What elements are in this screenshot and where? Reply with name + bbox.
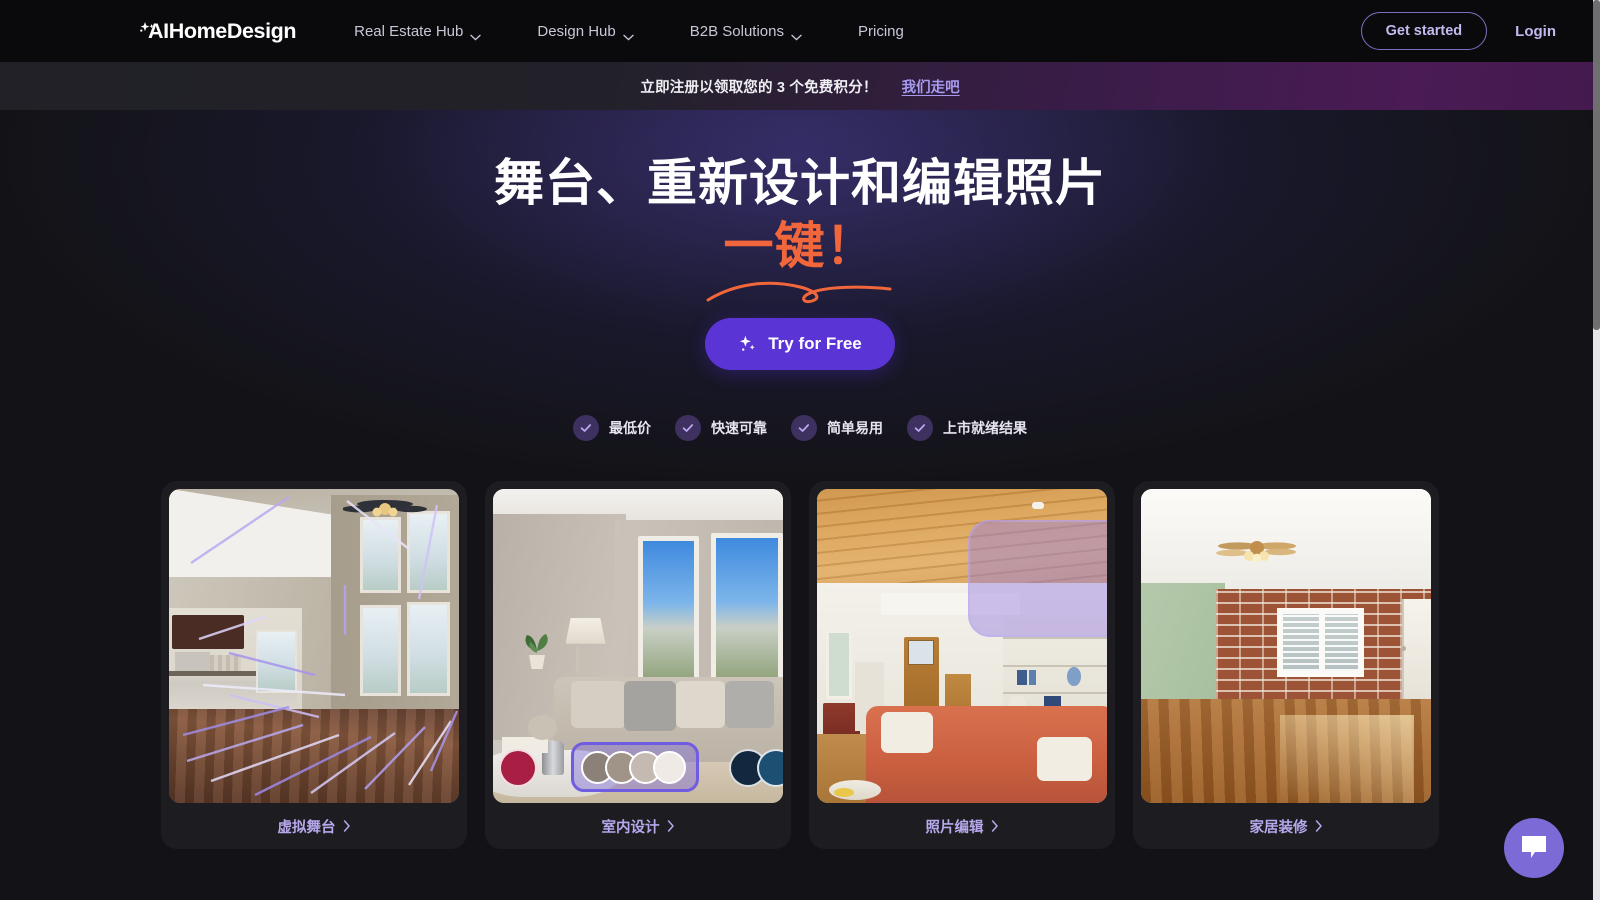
chevron-down-icon (470, 28, 482, 41)
feature-card-home-renovation[interactable]: 家居装修 (1133, 481, 1439, 849)
feature-label: 简单易用 (827, 420, 883, 436)
room-illustration-brick-wall-room (1141, 489, 1431, 803)
get-started-button[interactable]: Get started (1360, 12, 1488, 50)
room-illustration-living-room (493, 489, 783, 803)
ceiling-fan-icon (342, 498, 428, 524)
chevron-down-icon (791, 28, 802, 41)
nav-item-design-hub[interactable]: Design Hub (537, 17, 634, 46)
chevron-right-icon (343, 820, 351, 832)
try-for-free-label: Try for Free (768, 334, 862, 353)
feature-label: 快速可靠 (711, 420, 767, 436)
card-image-interior-design (493, 489, 783, 803)
brand-logo-text: AIHomeDesign (148, 18, 297, 44)
sparkle-icon (738, 335, 757, 354)
palette-swatch-4[interactable] (653, 750, 686, 784)
page-scrollbar[interactable] (1593, 0, 1600, 900)
hero-content: 舞台、重新设计和编辑照片 一键！ Try for Free 最低价 快速可靠 简… (0, 110, 1600, 849)
card-label-text: 室内设计 (601, 819, 660, 836)
card-image-home-renovation (1141, 489, 1431, 803)
top-navigation-bar: AIHomeDesign Real Estate Hub Design Hub … (0, 0, 1600, 62)
track-light-icon (1032, 502, 1045, 510)
card-link-home-renovation[interactable]: 家居装修 (1141, 803, 1431, 849)
nav-item-real-estate-hub[interactable]: Real Estate Hub (354, 17, 482, 46)
nav-item-label: Pricing (857, 22, 904, 40)
chevron-down-icon (623, 28, 634, 41)
feature-item-market-ready: 上市就绪结果 (907, 415, 1027, 441)
feature-label: 最低价 (609, 420, 651, 436)
announcement-cta-link[interactable]: 我们走吧 (902, 76, 960, 97)
page-title: 舞台、重新设计和编辑照片 一键！ (0, 154, 1600, 304)
headline-line-2: 一键！ (706, 217, 891, 304)
room-illustration-empty-room (169, 489, 459, 803)
feature-card-interior-design[interactable]: 室内设计 (485, 481, 791, 849)
color-palette-selector[interactable] (493, 739, 783, 793)
hero-section: 舞台、重新设计和编辑照片 一键！ Try for Free 最低价 快速可靠 简… (0, 110, 1600, 900)
brand-logo-name: HomeDesign (168, 18, 297, 43)
chevron-right-icon (1315, 820, 1323, 832)
announcement-banner: 立即注册以领取您的 3 个免费积分！ 我们走吧 (0, 62, 1600, 110)
nav-actions: Get started Login (1360, 12, 1556, 50)
card-image-photo-editing (817, 489, 1107, 803)
nav-item-label: Real Estate Hub (354, 22, 464, 40)
sparkle-icon (139, 21, 157, 40)
card-link-interior-design[interactable]: 室内设计 (493, 803, 783, 849)
nav-item-label: Design Hub (537, 22, 616, 40)
palette-selected-group[interactable] (571, 742, 699, 792)
headline-line-1: 舞台、重新设计和编辑照片 (494, 155, 1106, 211)
card-label-text: 虚拟舞台 (277, 819, 336, 836)
room-illustration-wood-ceiling-room (817, 489, 1107, 803)
check-icon (791, 415, 817, 441)
check-icon (907, 415, 933, 441)
feature-item-easy-to-use: 简单易用 (791, 415, 883, 441)
login-link[interactable]: Login (1515, 23, 1556, 40)
hero-cta-area: Try for Free (0, 318, 1600, 370)
feature-card-list: 虚拟舞台 室内设计 照片编辑 家居装修 (0, 481, 1600, 849)
card-link-photo-editing[interactable]: 照片编辑 (817, 803, 1107, 849)
feature-item-fast-reliable: 快速可靠 (675, 415, 767, 441)
card-link-virtual-staging[interactable]: 虚拟舞台 (169, 803, 459, 849)
check-icon (573, 415, 599, 441)
ai-selection-highlight (967, 520, 1107, 637)
ceiling-fan-icon (1216, 539, 1298, 565)
plant-decor (519, 627, 555, 671)
chevron-right-icon (991, 820, 999, 832)
feature-list: 最低价 快速可靠 简单易用 上市就绪结果 (0, 415, 1600, 441)
feature-card-photo-editing[interactable]: 照片编辑 (809, 481, 1115, 849)
card-image-virtual-staging (169, 489, 459, 803)
try-for-free-button[interactable]: Try for Free (705, 318, 895, 370)
feature-label: 上市就绪结果 (943, 420, 1027, 436)
announcement-text: 立即注册以领取您的 3 个免费积分！ (640, 79, 878, 96)
palette-swatch-crimson[interactable] (499, 749, 537, 787)
underline-squiggle-icon (704, 261, 904, 304)
brand-logo[interactable]: AIHomeDesign (140, 18, 297, 44)
nav-item-label: B2B Solutions (689, 22, 784, 40)
card-label-text: 照片编辑 (925, 819, 984, 836)
scrollbar-thumb[interactable] (1593, 0, 1600, 330)
nav-item-b2b-solutions[interactable]: B2B Solutions (690, 17, 802, 46)
page-root: AIHomeDesign Real Estate Hub Design Hub … (0, 0, 1600, 900)
nav-item-pricing[interactable]: Pricing (858, 17, 904, 46)
feature-item-lowest-price: 最低价 (573, 415, 651, 441)
chevron-right-icon (667, 820, 675, 832)
check-icon (675, 415, 701, 441)
nav-links: Real Estate Hub Design Hub B2B Solutions… (354, 17, 904, 46)
feature-card-virtual-staging[interactable]: 虚拟舞台 (161, 481, 467, 849)
card-label-text: 家居装修 (1249, 819, 1308, 836)
